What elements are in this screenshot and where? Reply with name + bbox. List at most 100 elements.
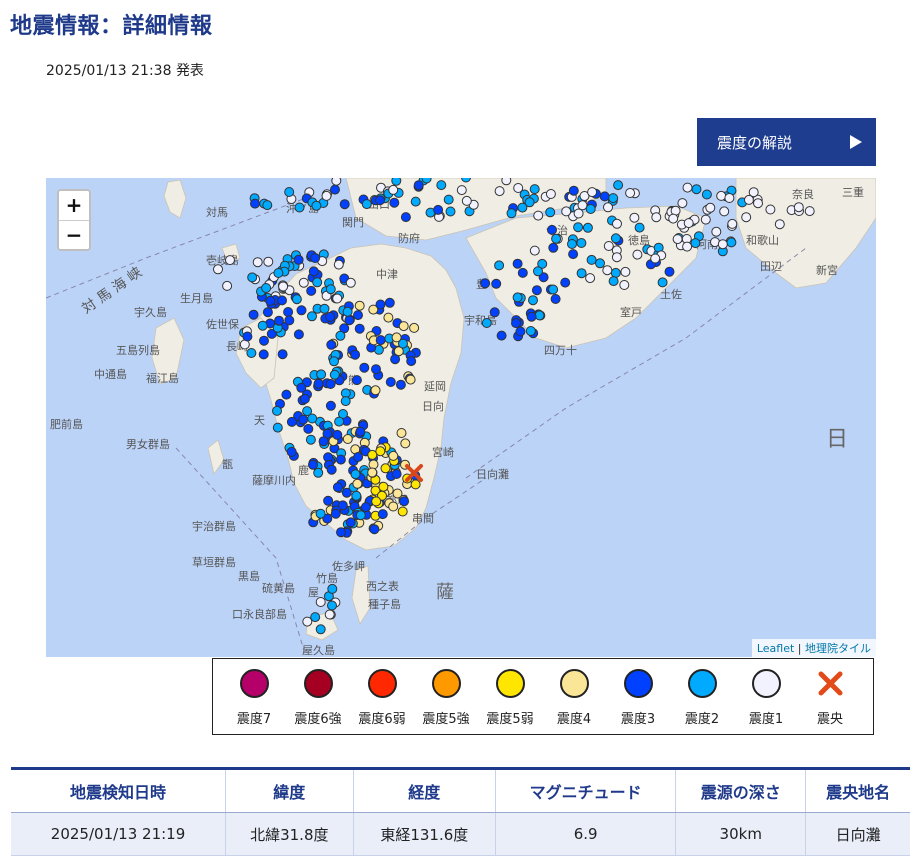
station-marker[interactable]	[576, 238, 587, 248]
station-marker[interactable]	[701, 189, 712, 200]
station-marker[interactable]	[716, 190, 727, 201]
station-marker[interactable]	[384, 297, 395, 308]
station-marker[interactable]	[400, 438, 411, 449]
station-marker[interactable]	[567, 239, 577, 249]
station-marker[interactable]	[325, 284, 336, 295]
station-marker[interactable]	[545, 189, 556, 199]
station-marker[interactable]	[480, 278, 491, 289]
station-marker[interactable]	[258, 349, 269, 360]
station-marker[interactable]	[375, 195, 385, 206]
station-marker[interactable]	[294, 202, 305, 213]
station-marker[interactable]	[371, 496, 382, 507]
station-marker[interactable]	[325, 311, 336, 322]
station-marker[interactable]	[608, 276, 619, 287]
station-marker[interactable]	[573, 208, 584, 219]
station-marker[interactable]	[225, 255, 235, 266]
station-marker[interactable]	[531, 285, 542, 296]
station-marker[interactable]	[389, 197, 400, 208]
station-marker[interactable]	[248, 309, 259, 320]
station-marker[interactable]	[383, 312, 394, 323]
station-marker[interactable]	[506, 208, 517, 219]
station-marker[interactable]	[682, 182, 693, 193]
station-marker[interactable]	[332, 293, 343, 304]
station-marker[interactable]	[335, 454, 346, 465]
station-marker[interactable]	[330, 508, 341, 519]
station-marker[interactable]	[359, 362, 370, 373]
station-marker[interactable]	[548, 242, 559, 253]
station-marker[interactable]	[380, 463, 391, 474]
station-marker[interactable]	[342, 306, 353, 317]
station-marker[interactable]	[576, 268, 587, 279]
station-marker[interactable]	[326, 339, 337, 350]
station-marker[interactable]	[392, 488, 403, 499]
station-marker[interactable]	[672, 234, 683, 245]
station-marker[interactable]	[481, 318, 492, 328]
station-marker[interactable]	[369, 524, 380, 535]
station-marker[interactable]	[354, 300, 365, 311]
station-marker[interactable]	[413, 180, 424, 191]
station-marker[interactable]	[332, 482, 343, 493]
station-marker[interactable]	[327, 583, 338, 594]
station-marker[interactable]	[690, 238, 701, 249]
station-marker[interactable]	[312, 277, 323, 288]
station-marker[interactable]	[397, 506, 408, 517]
station-marker[interactable]	[332, 429, 343, 440]
gsi-tiles-link[interactable]: 地理院タイル	[805, 642, 871, 655]
station-marker[interactable]	[385, 377, 396, 387]
station-marker[interactable]	[299, 393, 310, 404]
station-marker[interactable]	[336, 527, 346, 538]
station-marker[interactable]	[599, 191, 610, 202]
station-marker[interactable]	[421, 178, 432, 184]
intensity-guide-button[interactable]: 震度の解説	[697, 118, 876, 166]
station-marker[interactable]	[388, 501, 399, 512]
station-marker[interactable]	[651, 212, 662, 223]
station-marker[interactable]	[367, 449, 378, 460]
station-marker[interactable]	[306, 285, 317, 296]
station-marker[interactable]	[298, 414, 309, 425]
station-marker[interactable]	[512, 258, 523, 269]
station-marker[interactable]	[668, 213, 679, 224]
station-marker[interactable]	[375, 299, 386, 310]
station-marker[interactable]	[443, 194, 454, 205]
station-marker[interactable]	[719, 206, 730, 217]
station-marker[interactable]	[560, 277, 571, 288]
station-marker[interactable]	[561, 206, 572, 217]
station-marker[interactable]	[683, 218, 694, 229]
station-marker[interactable]	[355, 426, 366, 437]
station-marker[interactable]	[436, 180, 447, 191]
station-marker[interactable]	[511, 318, 521, 329]
station-marker[interactable]	[308, 459, 318, 470]
station-marker[interactable]	[303, 423, 314, 434]
station-marker[interactable]	[262, 200, 273, 211]
station-marker[interactable]	[296, 305, 307, 316]
station-marker[interactable]	[400, 212, 411, 223]
station-marker[interactable]	[608, 193, 619, 204]
station-marker[interactable]	[263, 256, 274, 267]
station-marker[interactable]	[378, 481, 389, 492]
station-marker[interactable]	[602, 265, 613, 276]
station-marker[interactable]	[496, 330, 507, 341]
station-marker[interactable]	[396, 428, 407, 438]
station-marker[interactable]	[391, 332, 402, 343]
station-marker[interactable]	[296, 382, 307, 393]
station-marker[interactable]	[351, 490, 362, 501]
station-marker[interactable]	[610, 267, 621, 278]
station-marker[interactable]	[711, 226, 722, 237]
station-marker[interactable]	[548, 284, 559, 295]
station-marker[interactable]	[410, 196, 421, 207]
station-marker[interactable]	[410, 479, 421, 490]
station-marker[interactable]	[308, 266, 319, 277]
station-marker[interactable]	[327, 600, 337, 611]
station-marker[interactable]	[774, 219, 785, 230]
station-marker[interactable]	[350, 469, 361, 480]
station-marker[interactable]	[284, 315, 295, 326]
station-marker[interactable]	[321, 190, 332, 201]
station-marker[interactable]	[691, 184, 702, 195]
station-marker[interactable]	[748, 187, 759, 198]
station-marker[interactable]	[753, 198, 763, 209]
station-marker[interactable]	[494, 260, 505, 271]
intensity-map[interactable]: 対馬沖ノ島壱岐島山口防府中津今治徳島阿南奈良三重和歌山田辺新宮五島列島長崎福江島…	[46, 178, 876, 657]
station-marker[interactable]	[573, 222, 584, 233]
station-marker[interactable]	[313, 378, 324, 389]
station-marker[interactable]	[577, 200, 588, 211]
